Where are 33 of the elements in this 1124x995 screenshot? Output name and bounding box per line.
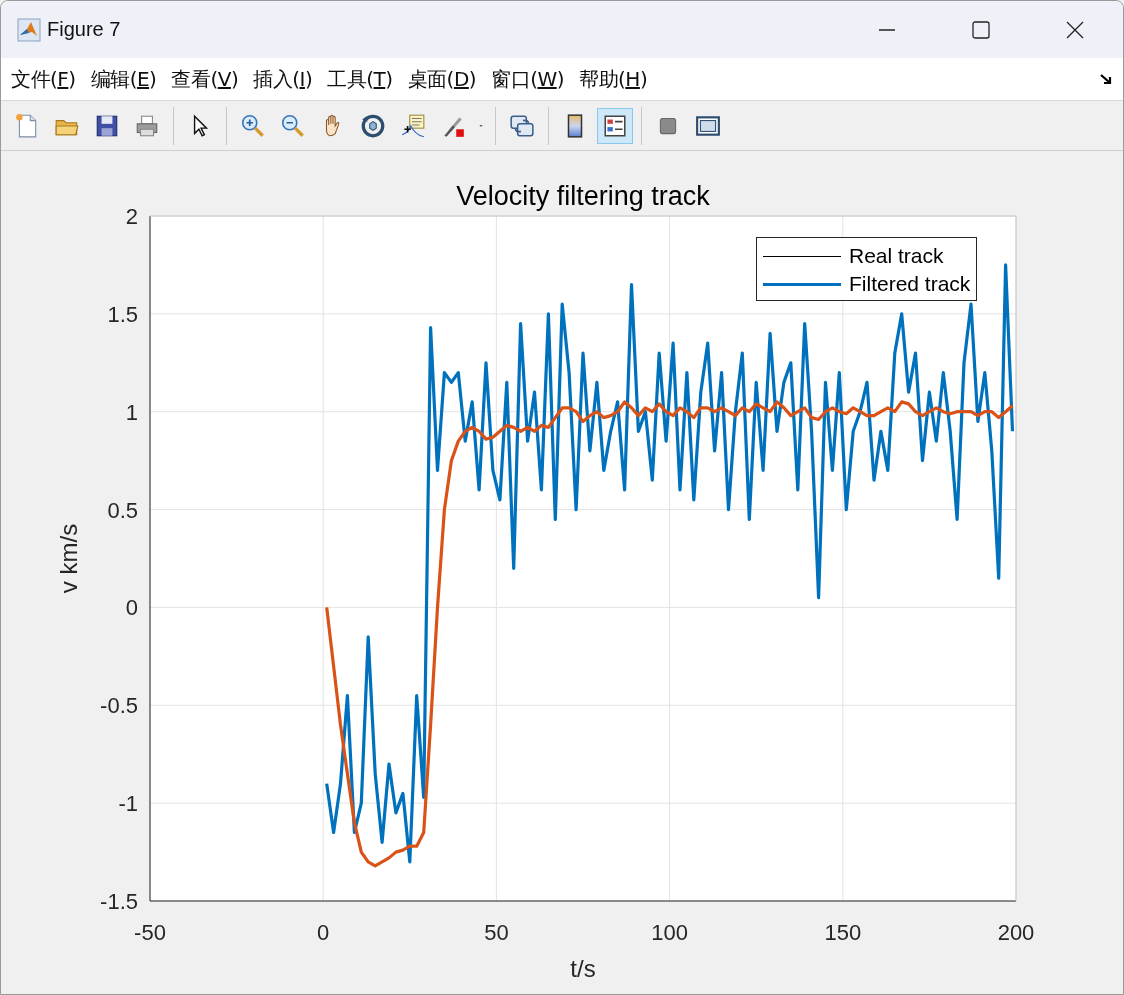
chart-title: Velocity filtering track xyxy=(456,181,710,211)
menu-item[interactable]: 桌面(D) xyxy=(407,65,477,93)
maximize-icon[interactable] xyxy=(971,19,991,40)
y-tick-label: -0.5 xyxy=(100,693,138,719)
app-logo-icon xyxy=(17,17,41,42)
y-tick-label: 1.5 xyxy=(107,301,138,327)
menu-item[interactable]: 窗口(W) xyxy=(491,65,565,93)
x-axis-label: t/s xyxy=(570,955,596,982)
legend-icon[interactable] xyxy=(597,107,633,144)
menu-item[interactable]: 插入(I) xyxy=(253,65,313,93)
x-tick-label: 50 xyxy=(484,920,509,945)
y-tick-label: -1 xyxy=(118,791,138,817)
menu-item[interactable]: 工具(T) xyxy=(327,65,393,93)
close-icon[interactable] xyxy=(1065,19,1085,40)
y-tick-label: 0.5 xyxy=(107,497,138,523)
y-tick-label: 0 xyxy=(125,595,138,621)
y-axis-label: v km/s xyxy=(55,523,82,594)
y-tick-label: -1.5 xyxy=(100,889,138,914)
menu-item[interactable]: 文件(F) xyxy=(11,65,76,93)
menu-item[interactable]: 查看(V) xyxy=(171,65,239,93)
menu-item[interactable]: 编辑(E) xyxy=(90,65,157,93)
window-title: Figure 7 xyxy=(47,18,121,41)
legend-label: Real track xyxy=(849,244,944,268)
x-tick-label: 200 xyxy=(997,920,1035,945)
x-tick-label: 150 xyxy=(824,920,862,945)
y-tick-label: 1 xyxy=(125,399,138,425)
legend-label: Filtered track xyxy=(849,272,971,296)
menu-item[interactable]: 帮助(H) xyxy=(579,65,648,93)
x-tick-label: -50 xyxy=(134,920,166,945)
y-tick-label: 2 xyxy=(125,204,138,229)
dock-arrow-icon[interactable] xyxy=(1099,72,1113,86)
x-tick-label: 100 xyxy=(651,920,688,945)
x-tick-label: 0 xyxy=(317,920,330,945)
